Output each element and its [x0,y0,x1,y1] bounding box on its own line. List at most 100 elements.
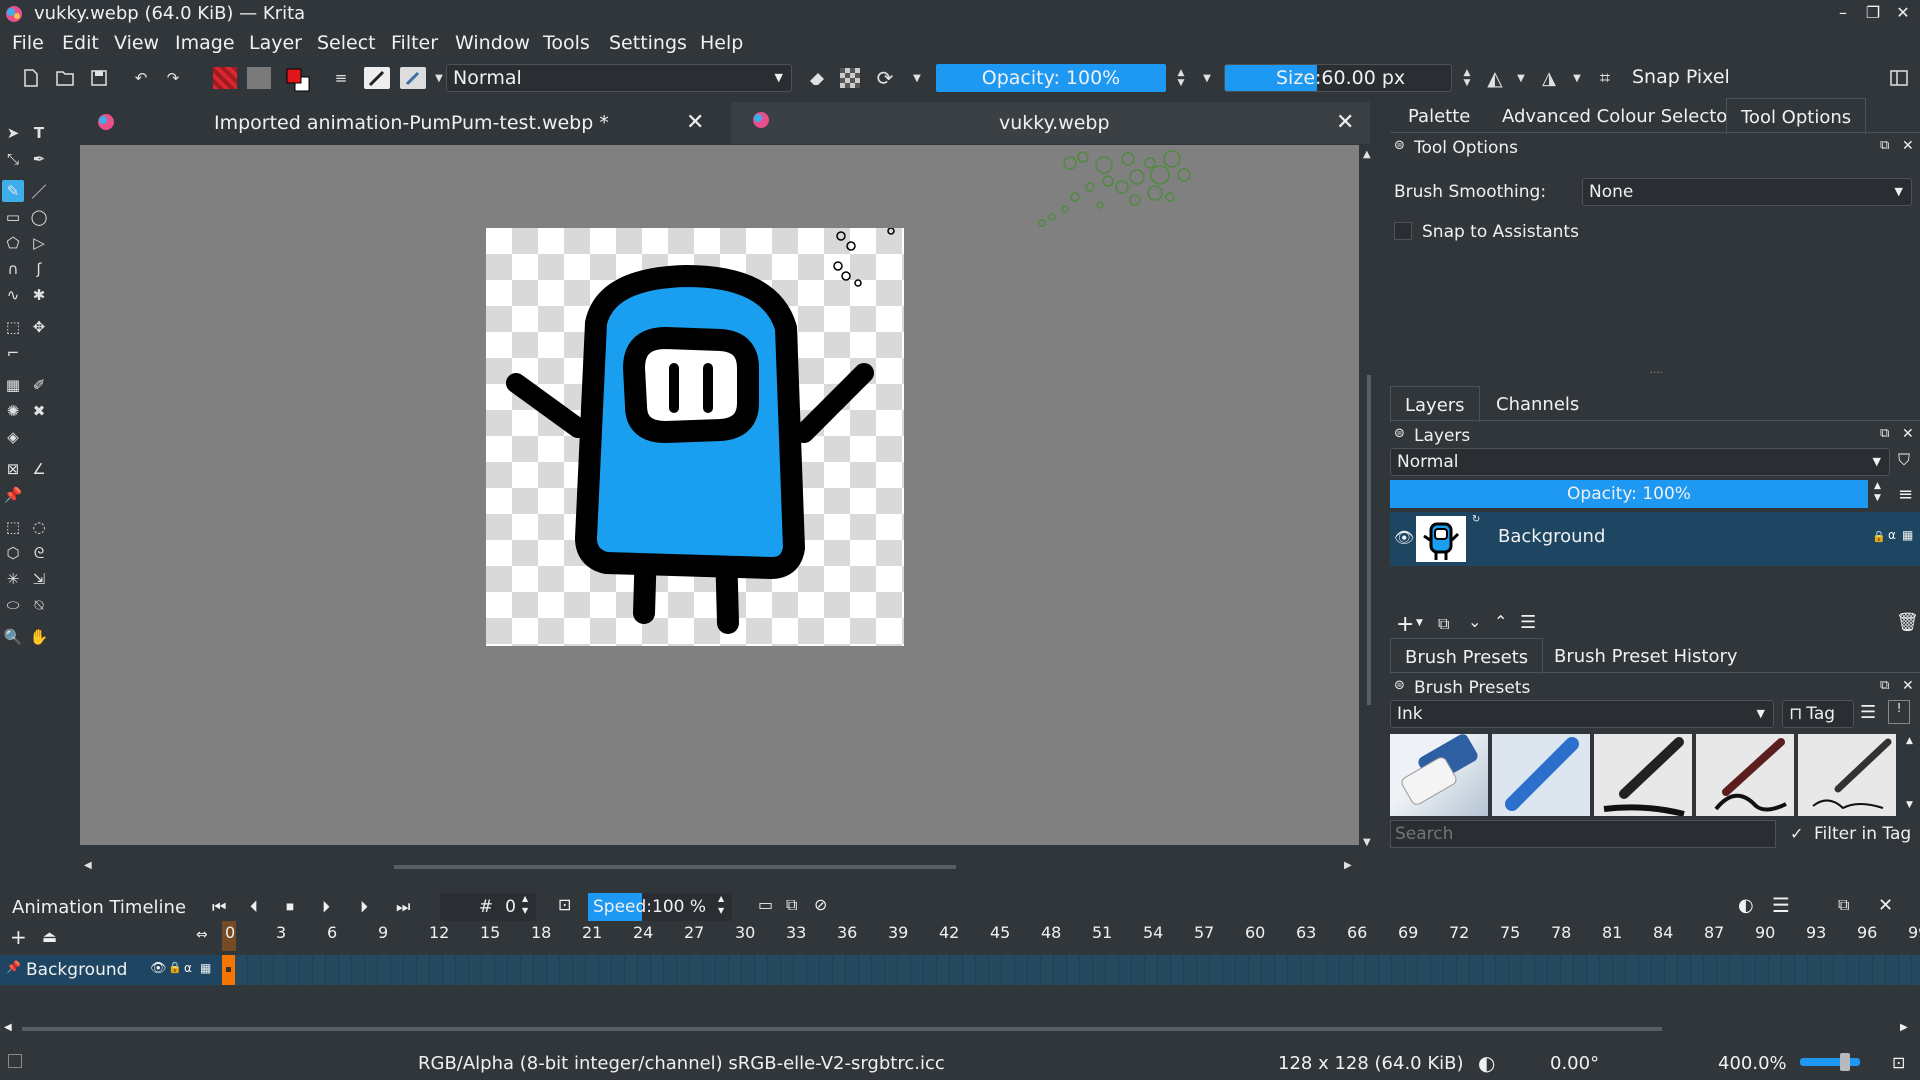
next-frame-icon[interactable]: ⏵ [360,897,368,917]
minimize-icon[interactable]: – [1832,3,1854,25]
size-slider[interactable]: Size: 60.00 px [1224,64,1452,92]
undo-icon[interactable]: ↶ [130,67,152,89]
layer-properties-icon[interactable]: ☰ [1520,612,1536,633]
frame-track[interactable] [222,955,1920,985]
rect-select-icon[interactable]: ⬚ [2,516,24,538]
scroll-thumb[interactable] [22,1027,1662,1031]
contiguous-select-icon[interactable]: ✳ [2,568,24,590]
polygon-tool-icon[interactable]: ⬠ [2,232,24,254]
menu-select[interactable]: Select [317,32,376,54]
doc-tab-vukky[interactable]: vukky.webp ✕ [731,102,1370,144]
timeline-layer-header[interactable]: 📌 Background 👁 🔒 α ▦ [0,955,222,985]
smart-patch-icon[interactable]: ✖ [28,400,50,422]
preset-tag-select[interactable]: Ink ▼ [1390,700,1774,728]
tab-channels[interactable]: Channels [1496,394,1579,415]
layer-name[interactable]: Background [1498,526,1605,547]
move-layer-down-icon[interactable]: ⌄ [1468,612,1481,631]
preset-calligraphy-pen[interactable] [1798,734,1896,816]
float-panel-icon[interactable]: ⧉ [1880,426,1889,441]
play-icon[interactable]: ⏵ [322,897,330,917]
brush-settings-icon[interactable]: ≡ [330,67,352,89]
speed-stepper-icon[interactable]: ▲ ▼ [718,893,724,917]
rotation-icon[interactable]: ◐ [1478,1051,1495,1075]
scroll-thumb[interactable] [1367,375,1371,705]
zoom-handle[interactable] [1840,1053,1850,1071]
onion-skin-icon[interactable]: ▭ [758,895,773,914]
tab-advanced-colour-selector[interactable]: Advanced Colour Selector [1502,106,1735,127]
preset-scroll-up-icon[interactable]: ▲ [1906,736,1913,746]
select-shapes-icon[interactable]: ➤ [2,122,24,144]
opacity-stepper-icon[interactable]: ▲ ▼ [1874,480,1881,504]
snap-pixel-label[interactable]: Snap Pixel [1632,66,1730,88]
ellipse-select-icon[interactable]: ◌ [28,516,50,538]
horizontal-scrollbar[interactable]: ◀ ▶ [80,857,1359,877]
bezier-select-icon[interactable]: ⬭ [2,594,24,616]
close-tab-icon[interactable]: ✕ [1336,110,1354,135]
menu-edit[interactable]: Edit [62,32,99,54]
scroll-left-icon[interactable]: ◀ [84,860,92,871]
open-document-icon[interactable] [54,67,76,89]
mirror-h-dropdown-icon[interactable]: ▼ [1510,67,1532,89]
rectangle-tool-icon[interactable]: ▭ [2,206,24,228]
menu-file[interactable]: File [12,32,44,54]
line-tool-icon[interactable]: ／ [28,180,50,202]
close-tab-icon[interactable]: ✕ [686,110,704,135]
toggle-panels-icon[interactable] [1888,67,1910,89]
float-panel-icon[interactable]: ⧉ [1880,138,1889,153]
mirror-horizontal-icon[interactable]: ◭ [1484,66,1506,90]
foreground-background-color-icon[interactable] [285,67,311,93]
frame-stepper-icon[interactable]: ▲ ▼ [522,893,528,917]
tab-palette[interactable]: Palette [1408,106,1470,127]
menu-filter[interactable]: Filter [391,32,438,54]
last-frame-icon[interactable]: ⏭ [396,897,410,917]
scroll-left-icon[interactable]: ◀ [4,1022,12,1033]
lock-icon[interactable]: ⊜ [1394,138,1405,153]
brush-editor-icon[interactable] [364,67,390,89]
scroll-up-icon[interactable]: ▲ [1363,149,1371,160]
opacity-slider[interactable]: Opacity: 100% [936,64,1166,92]
menu-layer[interactable]: Layer [249,32,302,54]
brush-smoothing-select[interactable]: None ▼ [1582,178,1912,206]
preset-fountain-pen[interactable] [1696,734,1794,816]
layer-actions-icon[interactable]: ⏏ [42,927,57,946]
reload-preset-icon[interactable]: ⟳ [874,66,896,90]
zoom-value[interactable]: 400.0% [1718,1053,1787,1074]
blend-mode-select[interactable]: Normal ▼ [446,64,792,92]
vertical-scrollbar[interactable]: ▲ ▼ [1359,145,1379,857]
polygon-select-icon[interactable]: ⬡ [2,542,24,564]
scroll-right-icon[interactable]: ▶ [1900,1022,1908,1033]
text-tool-icon[interactable]: T [28,122,50,144]
drop-frames-icon[interactable]: ⊡ [558,895,571,914]
canvas-area[interactable] [80,145,1359,845]
gradient-tool-icon[interactable]: ▦ [2,374,24,396]
zoom-slider[interactable] [1800,1053,1860,1071]
duplicate-layer-icon[interactable]: ⧉ [1438,614,1449,634]
size-stepper-icon[interactable]: ▲ ▼ [1456,67,1478,89]
zoom-fit-icon[interactable]: ⇔ [196,927,208,943]
brush-preset-icon[interactable] [400,67,426,89]
color-picker-icon[interactable]: ✐ [28,374,50,396]
image-size-info[interactable]: 128 x 128 (64.0 KiB) [1278,1053,1464,1074]
preset-eraser[interactable] [1390,734,1488,816]
fullscreen-icon[interactable]: ⊡ [1892,1053,1905,1072]
splitter-handle[interactable]: ···· [1650,368,1663,379]
inherit-alpha-icon[interactable]: ▦ [1902,528,1913,542]
assistant-tool-icon[interactable]: ⊠ [2,458,24,480]
menu-image[interactable]: Image [175,32,235,54]
multibrush-icon[interactable]: ✱ [28,284,50,306]
tab-brush-presets[interactable]: Brush Presets [1390,638,1544,674]
preserve-alpha-icon[interactable] [840,68,860,88]
menu-window[interactable]: Window [455,32,530,54]
close-panel-icon[interactable]: ✕ [1902,426,1914,442]
onion-skin-settings-icon[interactable]: ⧉ [786,895,797,915]
snap-assistants-checkbox[interactable] [1394,222,1412,240]
dynamic-brush-icon[interactable]: ∿ [2,284,24,306]
freehand-brush-icon[interactable]: ✎ [2,180,24,202]
previous-frame-icon[interactable]: ⏴ [250,897,258,917]
auto-frame-icon[interactable]: ⊘ [814,895,827,914]
visibility-eye-icon[interactable]: 👁 [150,961,167,976]
preset-storage-icon[interactable]: ! [1888,700,1910,724]
lock-icon[interactable]: ⊜ [1394,678,1405,693]
transform-tool-icon[interactable]: ⬚ [2,316,24,338]
reference-tool-icon[interactable]: 📌 [2,484,24,506]
